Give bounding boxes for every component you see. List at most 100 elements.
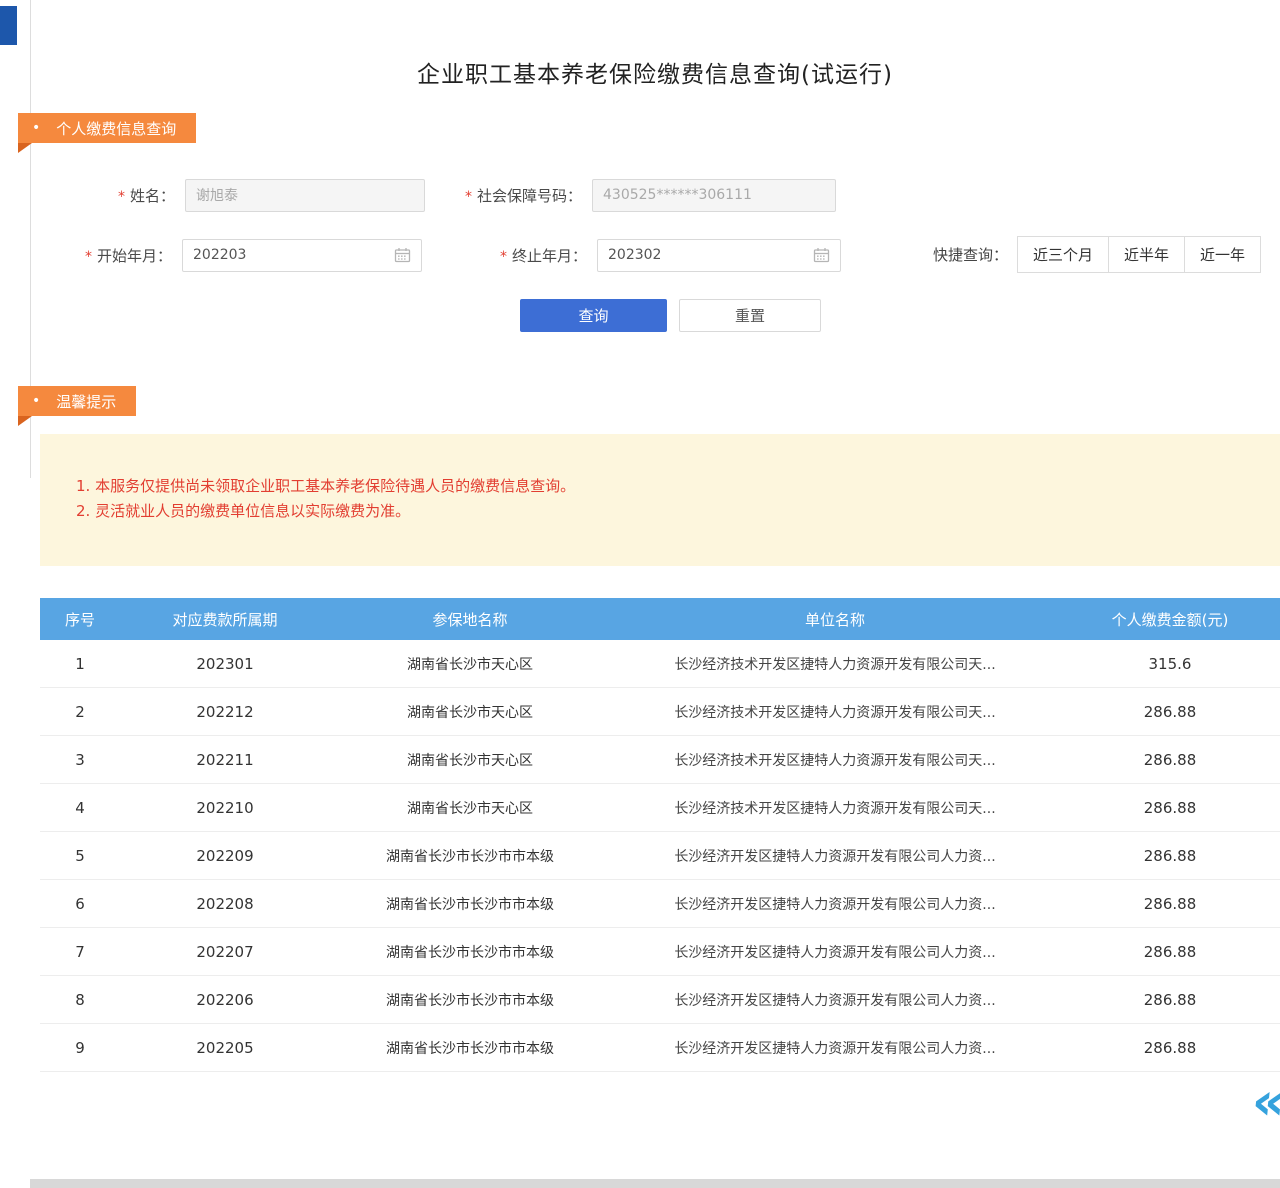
ssn-input[interactable]: 430525******306111	[592, 179, 836, 212]
quick-option-1year[interactable]: 近一年	[1184, 236, 1261, 273]
start-month-field-group: *开始年月： 202203	[85, 238, 422, 272]
table-row: 3202211湖南省长沙市天心区长沙经济技术开发区捷特人力资源开发有限公司天..…	[40, 736, 1280, 784]
cell-area: 湖南省长沙市天心区	[330, 750, 610, 770]
cell-amount: 286.88	[1060, 991, 1280, 1009]
table-row: 5202209湖南省长沙市长沙市市本级长沙经济开发区捷特人力资源开发有限公司人力…	[40, 832, 1280, 880]
quick-query-label: 快捷查询：	[933, 244, 1008, 265]
cell-company: 长沙经济开发区捷特人力资源开发有限公司人力资...	[610, 846, 1060, 866]
end-month-input[interactable]: 202302	[597, 239, 841, 272]
ribbon-fold	[18, 143, 32, 153]
end-month-value: 202302	[608, 247, 661, 263]
required-asterisk: *	[118, 189, 125, 205]
page-title: 企业职工基本养老保险缴费信息查询(试运行)	[30, 55, 1280, 89]
required-asterisk: *	[500, 249, 507, 265]
end-month-label: *终止年月：	[500, 245, 587, 266]
header-cell-company: 单位名称	[610, 609, 1060, 630]
cell-area: 湖南省长沙市长沙市市本级	[330, 846, 610, 866]
quick-query-group: 快捷查询： 近三个月 近半年 近一年	[933, 237, 1261, 271]
ribbon-fold	[18, 416, 32, 426]
cell-area: 湖南省长沙市长沙市市本级	[330, 990, 610, 1010]
calendar-icon[interactable]	[813, 247, 830, 263]
cell-period: 202205	[120, 1039, 330, 1057]
table-row: 2202212湖南省长沙市天心区长沙经济技术开发区捷特人力资源开发有限公司天..…	[40, 688, 1280, 736]
section-badge-tips-label: 温馨提示	[56, 391, 116, 412]
cell-period: 202208	[120, 895, 330, 913]
table-body: 1202301湖南省长沙市天心区长沙经济技术开发区捷特人力资源开发有限公司天..…	[40, 640, 1280, 1072]
notice-line: 2. 灵活就业人员的缴费单位信息以实际缴费为准。	[76, 499, 1260, 524]
header-cell-area: 参保地名称	[330, 609, 610, 630]
table-row: 9202205湖南省长沙市长沙市市本级长沙经济开发区捷特人力资源开发有限公司人力…	[40, 1024, 1280, 1072]
reset-button[interactable]: 重置	[679, 299, 821, 332]
cell-seq: 5	[40, 847, 120, 865]
cell-period: 202210	[120, 799, 330, 817]
cell-seq: 1	[40, 655, 120, 673]
bottom-scrollbar-track[interactable]	[30, 1179, 1280, 1188]
cell-amount: 286.88	[1060, 703, 1280, 721]
cell-seq: 6	[40, 895, 120, 913]
payment-table: 序号 对应费款所属期 参保地名称 单位名称 个人缴费金额(元) 1202301湖…	[40, 598, 1280, 1072]
cell-seq: 3	[40, 751, 120, 769]
cell-amount: 286.88	[1060, 1039, 1280, 1057]
name-field-group: *姓名： 谢旭泰	[118, 178, 425, 212]
section-badge-query-label: 个人缴费信息查询	[56, 118, 176, 139]
calendar-icon[interactable]	[394, 247, 411, 263]
cell-company: 长沙经济技术开发区捷特人力资源开发有限公司天...	[610, 750, 1060, 770]
header-cell-period: 对应费款所属期	[120, 609, 330, 630]
section-badge-query: • 个人缴费信息查询	[18, 113, 196, 143]
cell-period: 202301	[120, 655, 330, 673]
quick-option-halfyear[interactable]: 近半年	[1108, 236, 1185, 273]
start-month-value: 202203	[193, 247, 246, 263]
cell-area: 湖南省长沙市长沙市市本级	[330, 942, 610, 962]
cell-amount: 286.88	[1060, 847, 1280, 865]
start-month-label: *开始年月：	[85, 245, 172, 266]
cell-period: 202212	[120, 703, 330, 721]
start-month-input[interactable]: 202203	[182, 239, 422, 272]
quick-option-3months[interactable]: 近三个月	[1017, 236, 1109, 273]
cell-seq: 7	[40, 943, 120, 961]
bullet-icon: •	[32, 121, 40, 135]
form-actions: 查询 重置	[520, 299, 821, 332]
notice-box: 1. 本服务仅提供尚未领取企业职工基本养老保险待遇人员的缴费信息查询。 2. 灵…	[40, 434, 1280, 566]
cell-area: 湖南省长沙市长沙市市本级	[330, 1038, 610, 1058]
table-row: 8202206湖南省长沙市长沙市市本级长沙经济开发区捷特人力资源开发有限公司人力…	[40, 976, 1280, 1024]
cell-company: 长沙经济开发区捷特人力资源开发有限公司人力资...	[610, 1038, 1060, 1058]
cell-seq: 4	[40, 799, 120, 817]
cell-area: 湖南省长沙市天心区	[330, 798, 610, 818]
table-row: 4202210湖南省长沙市天心区长沙经济技术开发区捷特人力资源开发有限公司天..…	[40, 784, 1280, 832]
ssn-label: *社会保障号码：	[465, 185, 582, 206]
cell-amount: 286.88	[1060, 943, 1280, 961]
cell-area: 湖南省长沙市长沙市市本级	[330, 894, 610, 914]
cell-company: 长沙经济开发区捷特人力资源开发有限公司人力资...	[610, 990, 1060, 1010]
cell-amount: 286.88	[1060, 895, 1280, 913]
cell-seq: 8	[40, 991, 120, 1009]
header-cell-seq: 序号	[40, 609, 120, 630]
bullet-icon: •	[32, 394, 40, 408]
cell-seq: 2	[40, 703, 120, 721]
cell-area: 湖南省长沙市天心区	[330, 702, 610, 722]
header-cell-amount: 个人缴费金额(元)	[1060, 609, 1280, 630]
name-value: 谢旭泰	[196, 185, 238, 205]
ssn-value: 430525******306111	[603, 187, 752, 203]
cell-period: 202209	[120, 847, 330, 865]
cell-period: 202206	[120, 991, 330, 1009]
required-asterisk: *	[85, 249, 92, 265]
cell-company: 长沙经济技术开发区捷特人力资源开发有限公司天...	[610, 798, 1060, 818]
name-label: *姓名：	[118, 185, 175, 206]
cell-amount: 286.88	[1060, 799, 1280, 817]
cell-company: 长沙经济开发区捷特人力资源开发有限公司人力资...	[610, 942, 1060, 962]
section-badge-tips: • 温馨提示	[18, 386, 136, 416]
table-header: 序号 对应费款所属期 参保地名称 单位名称 个人缴费金额(元)	[40, 598, 1280, 640]
cell-company: 长沙经济开发区捷特人力资源开发有限公司人力资...	[610, 894, 1060, 914]
end-month-field-group: *终止年月： 202302	[500, 238, 841, 272]
query-button[interactable]: 查询	[520, 299, 667, 332]
cell-period: 202211	[120, 751, 330, 769]
collapse-chevron-icon[interactable]: «	[1250, 1076, 1280, 1128]
cell-company: 长沙经济技术开发区捷特人力资源开发有限公司天...	[610, 654, 1060, 674]
ssn-field-group: *社会保障号码： 430525******306111	[465, 178, 836, 212]
cell-area: 湖南省长沙市天心区	[330, 654, 610, 674]
required-asterisk: *	[465, 189, 472, 205]
cell-amount: 315.6	[1060, 655, 1280, 673]
notice-line: 1. 本服务仅提供尚未领取企业职工基本养老保险待遇人员的缴费信息查询。	[76, 474, 1260, 499]
name-input[interactable]: 谢旭泰	[185, 179, 425, 212]
cell-period: 202207	[120, 943, 330, 961]
